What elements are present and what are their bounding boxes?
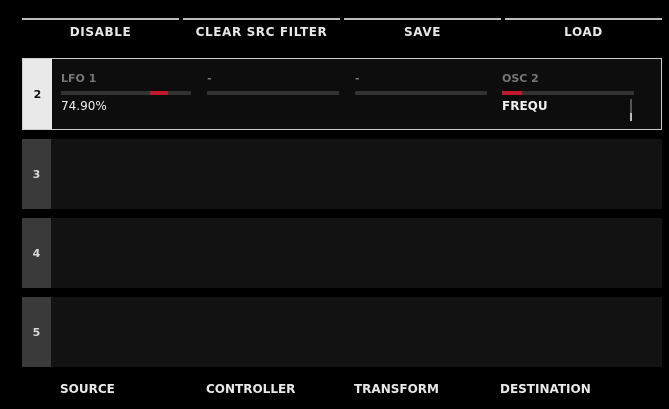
slot-number[interactable]: 5 [22,297,51,367]
controller-column[interactable]: - [207,59,355,129]
destination-column[interactable]: OSC 2 FREQU [502,59,660,129]
mod-slot-5[interactable]: 5 [22,297,662,367]
source-amount-fill [150,91,168,95]
clear-src-filter-button[interactable]: CLEAR SRC FILTER [183,18,340,46]
controller-slider[interactable] [207,91,339,95]
slot-number[interactable]: 2 [23,59,52,129]
mod-slot-2[interactable]: 2 LFO 1 74.90% - - OSC 2 FREQU [22,58,662,130]
destination-parameter: FREQU [502,99,548,113]
destination-fill [502,91,522,95]
toolbar: DISABLE CLEAR SRC FILTER SAVE LOAD [0,0,669,45]
transform-label: - [355,72,360,85]
source-header: SOURCE [60,382,115,396]
source-amount-slider[interactable] [61,91,191,95]
controller-label: - [207,72,212,85]
source-amount-value: 74.90% [61,99,107,113]
transform-header: TRANSFORM [354,382,439,396]
destination-header: DESTINATION [500,382,591,396]
mod-slot-4[interactable]: 4 [22,218,662,288]
transform-column[interactable]: - [355,59,503,129]
disable-button[interactable]: DISABLE [22,18,179,46]
slot-number[interactable]: 4 [22,218,51,288]
load-button[interactable]: LOAD [505,18,662,46]
column-headers: SOURCE CONTROLLER TRANSFORM DESTINATION [0,375,669,409]
controller-header: CONTROLLER [206,382,296,396]
source-label: LFO 1 [61,72,97,85]
mod-slot-3[interactable]: 3 [22,139,662,209]
destination-label: OSC 2 [502,72,539,85]
destination-slider[interactable] [502,91,634,95]
destination-depth-slider[interactable] [630,99,632,121]
slot-number[interactable]: 3 [22,139,51,209]
transform-slider[interactable] [355,91,487,95]
source-column[interactable]: LFO 1 74.90% [61,59,209,129]
destination-depth-thumb[interactable] [630,113,632,121]
save-button[interactable]: SAVE [344,18,501,46]
